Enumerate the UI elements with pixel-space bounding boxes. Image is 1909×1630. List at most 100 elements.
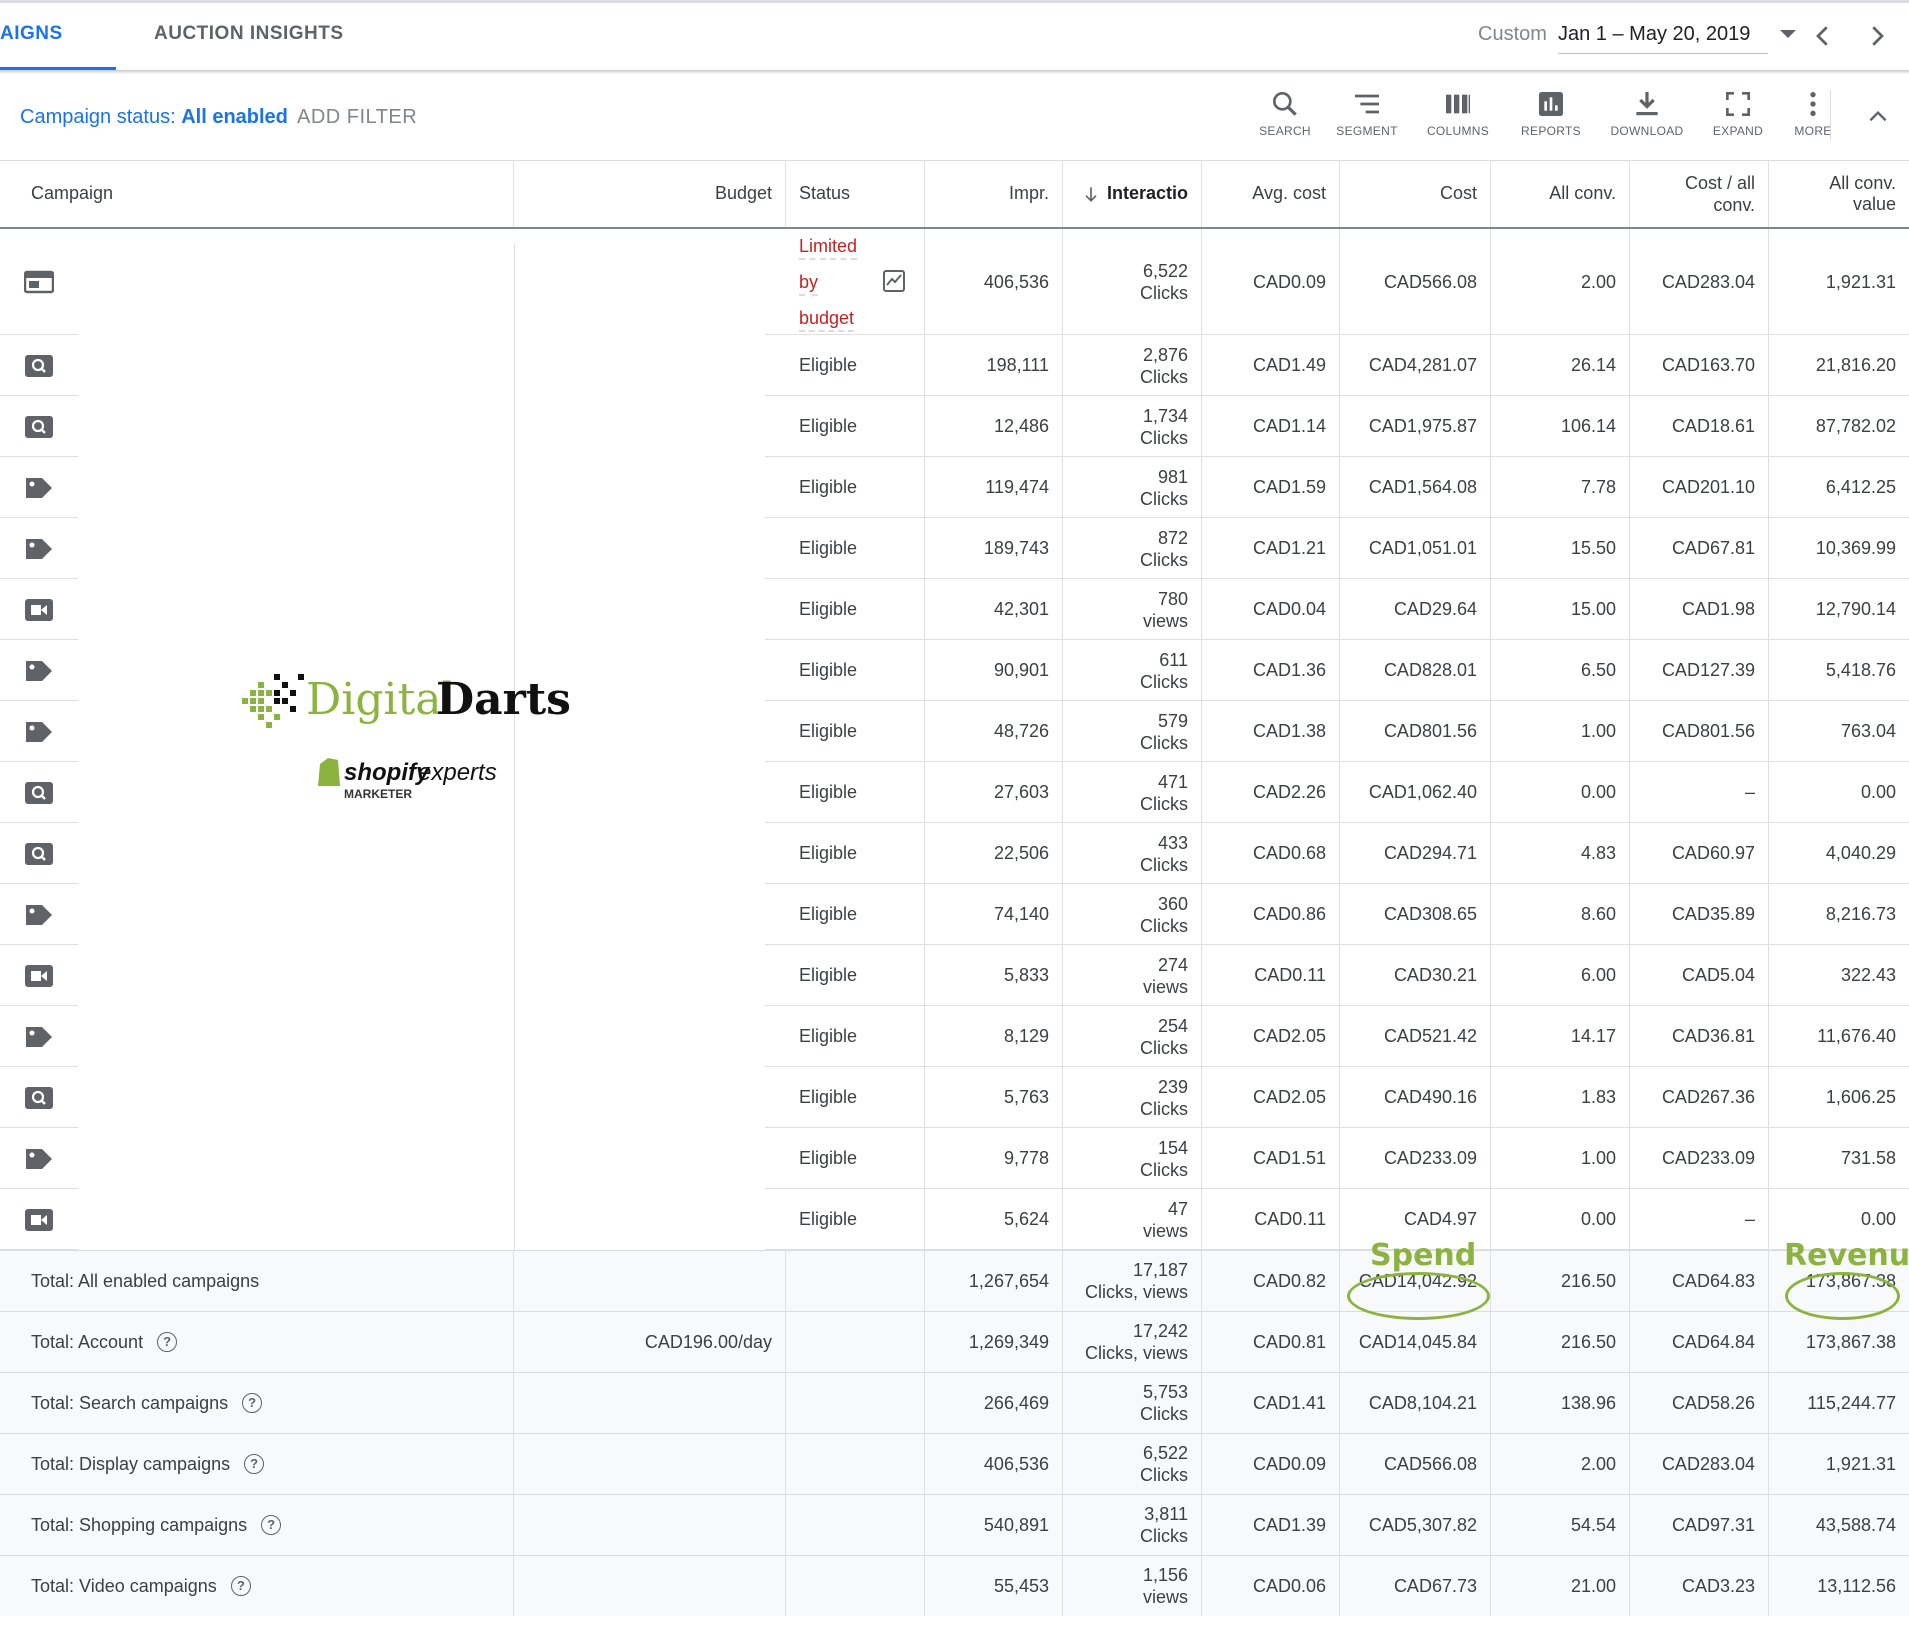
help-icon[interactable]: ? — [230, 1576, 251, 1596]
table-row[interactable]: Eligible 119,474 981 Clicks CAD1.59 CAD1,564.… — [0, 457, 1909, 518]
impr-cell: 5,763 — [925, 1067, 1063, 1128]
col-all-conv[interactable]: All conv. — [1491, 160, 1630, 227]
interactions-value: 360 — [1157, 893, 1188, 914]
val-cell: 731.58 — [1840, 1148, 1896, 1168]
table-row[interactable]: Eligible 12,486 1,734 Clicks CAD1.14 CAD1,975… — [0, 396, 1909, 457]
interactions-unit: views — [1142, 610, 1188, 631]
interactions-value: 611 — [1159, 649, 1188, 670]
column-divider — [514, 1128, 515, 1189]
more-label: MORE — [1794, 124, 1832, 138]
impr-cell: 27,603 — [925, 762, 1063, 823]
download-button[interactable]: DOWNLOAD — [1607, 88, 1687, 138]
date-range-preset[interactable]: Custom — [1478, 23, 1547, 46]
table-row[interactable]: Eligible 5,624 47 views CAD0.11 CAD4.97 0.00–0… — [0, 1189, 1909, 1250]
add-filter-button[interactable]: ADD FILTER — [297, 106, 417, 129]
col-status[interactable]: Status — [786, 160, 925, 227]
conv-cell: 4.83 — [1491, 823, 1630, 884]
total-cost-cell: CAD67.73 — [1340, 1556, 1491, 1616]
table-row[interactable]: Eligible 5,833 274 views CAD0.11 CAD30.21 6.00… — [0, 945, 1909, 1006]
conv-cell: 8.60 — [1491, 884, 1630, 945]
col-avg-cost[interactable]: Avg. cost — [1202, 160, 1340, 227]
avg-cell: CAD0.11 — [1202, 945, 1340, 1006]
status-text: Eligible — [799, 538, 858, 558]
total-label: Total: Account — [31, 1331, 144, 1352]
status-cell: Eligible — [786, 823, 925, 884]
help-icon[interactable]: ? — [244, 1454, 265, 1474]
total-budget-cell — [514, 1434, 786, 1494]
segment-button[interactable]: SEGMENT — [1327, 88, 1407, 138]
avg-cell: CAD2.05 — [1202, 1006, 1340, 1067]
total-status-cell — [786, 1373, 925, 1433]
help-icon[interactable]: ? — [261, 1515, 282, 1535]
total-row: Total: Video campaigns? 55,453 1,156 views C… — [0, 1555, 1909, 1616]
segment-label: SEGMENT — [1336, 124, 1398, 138]
help-icon[interactable]: ? — [157, 1332, 178, 1352]
date-range-dropdown-icon[interactable] — [1780, 30, 1796, 38]
previous-period-icon[interactable] — [1808, 21, 1838, 51]
next-period-icon[interactable] — [1862, 21, 1892, 51]
shopping-campaign-icon — [0, 457, 78, 518]
col-campaign[interactable]: Campaign — [0, 160, 514, 227]
conv-cell: 0.00 — [1491, 1189, 1630, 1250]
columns-button[interactable]: COLUMNS — [1418, 88, 1498, 138]
cpc-cell: CAD18.61 — [1630, 396, 1769, 457]
column-divider — [514, 457, 515, 518]
total-label: Total: Display campaigns — [31, 1453, 231, 1474]
date-range-value[interactable]: Jan 1 – May 20, 2019 — [1558, 23, 1750, 46]
more-button[interactable]: MORE — [1773, 88, 1853, 138]
total-cpc-cell: CAD64.84 — [1630, 1312, 1769, 1372]
table-row[interactable]: Eligible 189,743 872 Clicks CAD1.21 CAD1,051.… — [0, 518, 1909, 579]
shopping-campaign-icon — [0, 701, 78, 762]
filter-label-value: All enabled — [181, 106, 288, 128]
status-text: Eligible — [799, 965, 858, 985]
shopping-campaign-icon — [0, 640, 78, 701]
cost-cell: CAD233.09 — [1340, 1128, 1491, 1189]
col-cost[interactable]: Cost — [1340, 160, 1491, 227]
cpc-cell: CAD60.97 — [1630, 823, 1769, 884]
table-row[interactable]: Limited by budgetLimitedbybudget406,5366… — [0, 228, 1909, 349]
budget-chart-icon[interactable] — [882, 269, 906, 298]
table-row[interactable]: Eligible 74,140 360 Clicks CAD0.86 CAD308.65 8… — [0, 884, 1909, 945]
table-row[interactable]: Eligible 9,778 154 Clicks CAD1.51 CAD233.09 1.… — [0, 1128, 1909, 1189]
interactions-value: 433 — [1157, 832, 1188, 853]
table-row[interactable]: Eligible 198,111 2,876 Clicks CAD1.49 CAD4,28… — [0, 335, 1909, 396]
tab-auction-insights[interactable]: AUCTION INSIGHTS — [154, 23, 344, 45]
status-text: Eligible — [799, 477, 858, 497]
collapse-toolbar-icon[interactable] — [1865, 104, 1891, 135]
status-cell: Eligible — [786, 1006, 925, 1067]
search-button[interactable]: SEARCH — [1245, 88, 1325, 138]
total-impr-cell: 55,453 — [925, 1556, 1063, 1616]
table-row[interactable]: Eligible 42,301 780 views CAD0.04 CAD29.64 15.… — [0, 579, 1909, 640]
campaign-status-filter[interactable]: Campaign status: All enabled — [20, 106, 288, 129]
impr-cell: 22,506 — [925, 823, 1063, 884]
col-interactions[interactable]: Interactio — [1063, 160, 1202, 227]
table-row[interactable]: Eligible 8,129 254 Clicks CAD2.05 CAD521.42 14… — [0, 1006, 1909, 1067]
sort-descending-icon — [1085, 186, 1097, 202]
interactions-cell: 471 Clicks — [1063, 762, 1202, 823]
limited-status-text[interactable]: Limited by budget — [799, 228, 858, 336]
expand-button[interactable]: EXPAND — [1698, 88, 1778, 138]
total-budget-cell — [514, 1373, 786, 1433]
total-avg-cell: CAD1.41 — [1202, 1373, 1340, 1433]
total-cost-cell: CAD566.08 — [1340, 1434, 1491, 1494]
col-budget[interactable]: Budget — [514, 160, 786, 227]
status-text: Eligible — [799, 599, 858, 619]
help-icon[interactable]: ? — [242, 1393, 263, 1413]
tab-campaigns[interactable]: AIGNS — [0, 23, 63, 45]
col-all-conv-value[interactable]: All conv. value — [1769, 160, 1909, 227]
cost-cell: CAD566.08 — [1340, 229, 1491, 335]
total-cost-cell: CAD14,045.84 — [1340, 1312, 1491, 1372]
shopping-campaign-icon — [0, 1006, 78, 1067]
total-interactions-unit: views — [1142, 1587, 1188, 1607]
total-conv-cell: 21.00 — [1491, 1556, 1630, 1616]
total-interactions-unit: Clicks — [1140, 1526, 1188, 1546]
table-row[interactable]: Eligible 5,763 239 Clicks CAD2.05 CAD490.16 1.… — [0, 1067, 1909, 1128]
status-cell: Eligible — [786, 701, 925, 762]
total-val-cell: 115,244.77 — [1807, 1392, 1896, 1413]
conv-cell: 15.50 — [1491, 518, 1630, 579]
col-impr[interactable]: Impr. — [925, 160, 1063, 227]
val-cell: 4,040.29 — [1825, 843, 1896, 863]
reports-button[interactable]: REPORTS — [1511, 88, 1591, 138]
col-cost-per-conv[interactable]: Cost / all conv. — [1630, 160, 1769, 227]
cpc-cell: CAD1.98 — [1630, 579, 1769, 640]
